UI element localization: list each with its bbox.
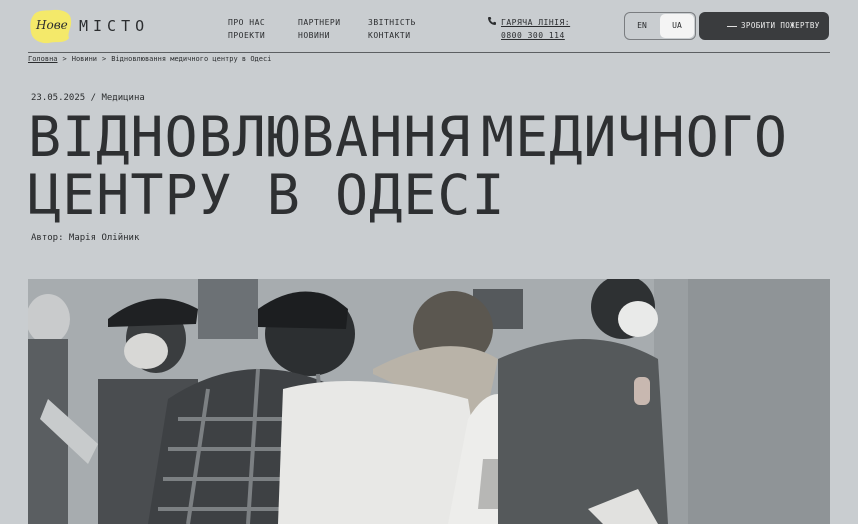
- site-logo[interactable]: Нове МІСТО: [29, 8, 144, 44]
- nav-column-1: ПРО НАС ПРОЕКТИ: [228, 16, 265, 42]
- hotline-label: ГАРЯЧА ЛІНІЯ:: [501, 18, 571, 27]
- nav-column-3: ЗВІТНІСТЬ КОНТАКТИ: [368, 16, 416, 42]
- article-hero-image: [28, 279, 830, 524]
- meta-separator: /: [90, 93, 97, 103]
- nav-link-about[interactable]: ПРО НАС: [228, 16, 265, 29]
- nav-column-2: ПАРТНЕРИ НОВИНИ: [298, 16, 341, 42]
- title-word-1: ВІДНОВЛЮВАННЯ: [28, 105, 472, 169]
- breadcrumb-news[interactable]: Новини: [72, 55, 97, 63]
- breadcrumb-current: Відновлювання медичного центру в Одесі: [111, 55, 272, 63]
- nav-link-news[interactable]: НОВИНИ: [298, 29, 341, 42]
- donate-button[interactable]: ЗРОБИТИ ПОЖЕРТВУ: [699, 12, 829, 40]
- title-word-2: МЕДИЧНОГО: [480, 105, 788, 169]
- article-meta: 23.05.2025 / Медицина: [31, 93, 145, 103]
- nav-link-projects[interactable]: ПРОЕКТИ: [228, 29, 265, 42]
- article-category[interactable]: Медицина: [101, 93, 144, 103]
- phone-icon: [488, 17, 496, 25]
- dash-icon: [727, 26, 737, 27]
- article-title: ВІДНОВЛЮВАННЯ МЕДИЧНОГО ЦЕНТРУ В ОДЕСІ: [28, 108, 828, 224]
- header-divider: [28, 52, 830, 53]
- donate-button-label: ЗРОБИТИ ПОЖЕРТВУ: [741, 21, 820, 30]
- hotline-number[interactable]: 0800 300 114: [501, 29, 565, 42]
- lang-en-button[interactable]: EN: [625, 13, 659, 39]
- article-author: Автор: Марія Олійник: [31, 233, 140, 243]
- nav-link-partners[interactable]: ПАРТНЕРИ: [298, 16, 341, 29]
- language-switcher: EN UA: [624, 12, 696, 40]
- nav-link-reports[interactable]: ЗВІТНІСТЬ: [368, 16, 416, 29]
- logo-script-text: Нове: [36, 18, 68, 32]
- hero-photo-illustration: [28, 279, 830, 524]
- nav-link-contacts[interactable]: КОНТАКТИ: [368, 29, 416, 42]
- title-line-2: ЦЕНТРУ В ОДЕСІ: [28, 163, 506, 227]
- logo-wordmark: МІСТО: [79, 17, 150, 35]
- article-date: 23.05.2025: [31, 93, 86, 103]
- breadcrumb: Головна > Новини > Відновлювання медичного ц…: [28, 55, 271, 63]
- chevron-right-icon: >: [102, 55, 107, 63]
- chevron-right-icon: >: [62, 55, 67, 63]
- lang-ua-button[interactable]: UA: [660, 14, 694, 38]
- breadcrumb-home[interactable]: Головна: [28, 55, 58, 63]
